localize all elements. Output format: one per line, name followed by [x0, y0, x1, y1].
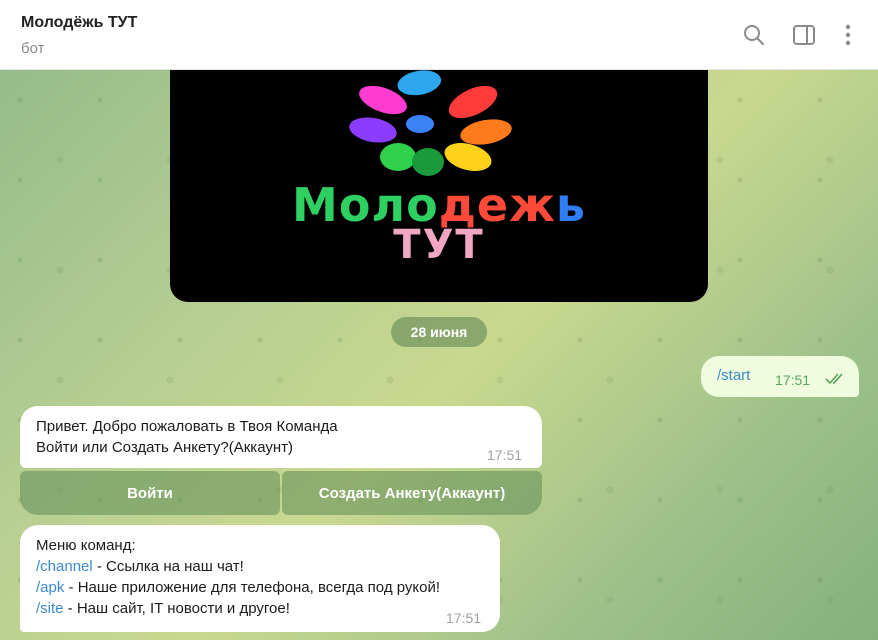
date-separator: 28 июня	[391, 317, 487, 347]
incoming-message-welcome[interactable]: Привет. Добро пожаловать в Твоя Команда …	[20, 406, 542, 468]
incoming-message-commands[interactable]: Меню команд: /channel - Ссылка на наш ча…	[20, 525, 500, 632]
command-row: /apk - Наше приложение для телефона, все…	[36, 577, 440, 598]
command-row: /site - Наш сайт, IT новости и другое!	[36, 598, 290, 619]
command-row: /channel - Ссылка на наш чат!	[36, 556, 244, 577]
message-time: 17:51	[487, 447, 523, 463]
outgoing-message[interactable]: /start 17:51	[701, 356, 859, 397]
more-vert-icon[interactable]	[835, 22, 861, 48]
outgoing-message-text[interactable]: /start	[717, 367, 750, 384]
message-text-line: Привет. Добро пожаловать в Твоя Команда	[36, 418, 338, 435]
double-check-icon	[825, 372, 847, 390]
flower-logo-icon	[349, 70, 512, 176]
command-desc: - Наше приложение для телефона, всегда п…	[64, 579, 441, 596]
login-button[interactable]: Войти	[20, 471, 280, 515]
command-link-apk[interactable]: /apk	[36, 579, 64, 596]
logo-text-line2: ТУТ	[393, 222, 485, 268]
image-message[interactable]: Молодежь ТУТ	[170, 70, 708, 302]
commands-title: Меню команд:	[36, 537, 136, 554]
message-text-line: Войти или Создать Анкету?(Аккаунт)	[36, 439, 294, 456]
command-desc: - Наш сайт, IT новости и другое!	[63, 600, 290, 617]
search-icon[interactable]	[741, 22, 767, 48]
message-time: 17:51	[446, 610, 482, 626]
command-link-channel[interactable]: /channel	[36, 558, 93, 575]
chat-header: Молодёжь ТУТ бот	[0, 0, 878, 70]
sidebar-toggle-icon[interactable]	[791, 22, 817, 48]
chat-title[interactable]: Молодёжь ТУТ	[21, 14, 137, 32]
outgoing-message-time: 17:51	[775, 372, 811, 388]
command-desc: - Ссылка на наш чат!	[92, 558, 244, 575]
create-profile-button[interactable]: Создать Анкету(Аккаунт)	[282, 471, 542, 515]
command-link-site[interactable]: /site	[36, 600, 64, 617]
chat-subtitle: бот	[21, 40, 45, 57]
